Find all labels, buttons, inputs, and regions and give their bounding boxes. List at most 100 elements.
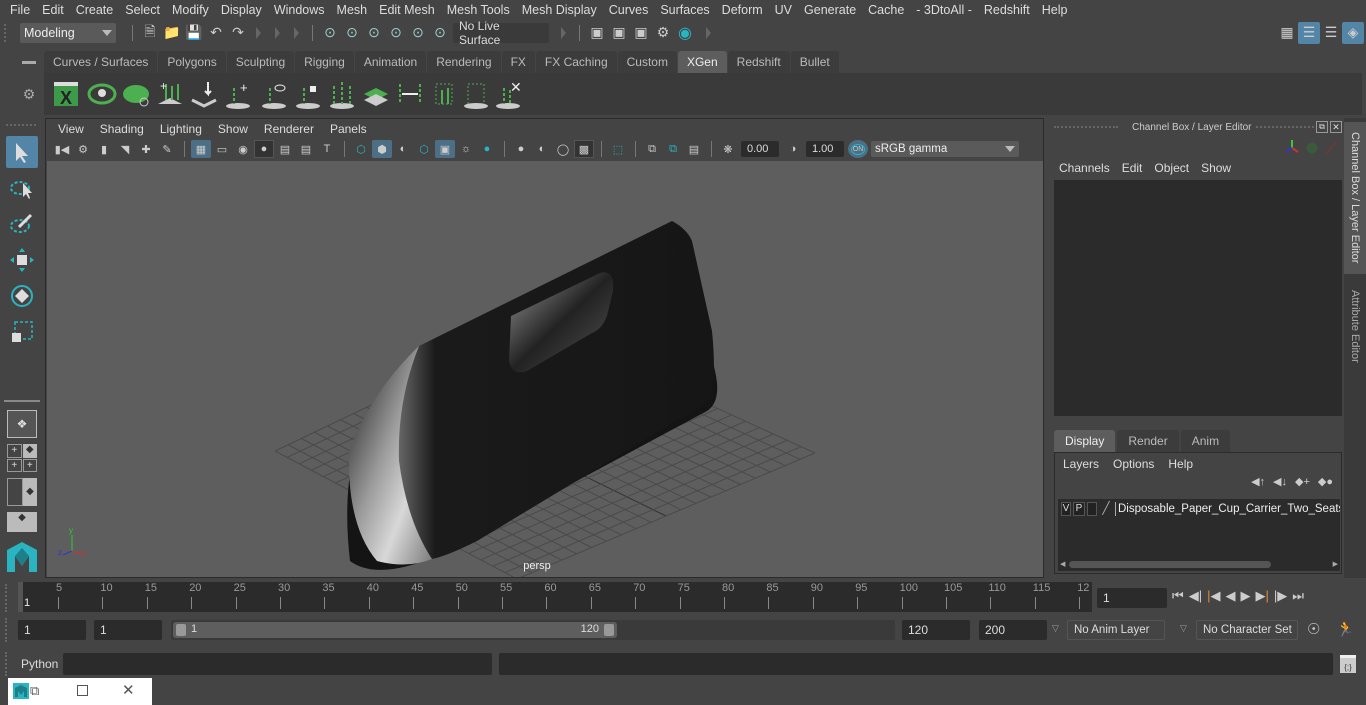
add-guides-icon[interactable]: + xyxy=(158,79,182,104)
xray-active-components-icon[interactable]: ⧉ xyxy=(663,140,683,158)
place-guides-icon[interactable] xyxy=(191,82,217,108)
xgen-preview-icon[interactable] xyxy=(87,83,117,105)
grid-toggle-icon[interactable]: ▦ xyxy=(191,140,211,158)
xgen-editor-icon[interactable]: X xyxy=(54,82,78,108)
rotate-tool[interactable] xyxy=(6,280,38,312)
safe-action-icon[interactable]: ▤ xyxy=(296,140,316,158)
new-scene-icon[interactable]: 🗎 xyxy=(139,22,161,44)
scroll-left-icon[interactable]: ◀ xyxy=(1060,560,1065,568)
toggle-guide-visibility-icon[interactable] xyxy=(262,84,286,109)
wireframe-icon[interactable]: ⬡ xyxy=(351,140,371,158)
play-backward-icon[interactable]: ◀ xyxy=(1225,588,1235,604)
scroll-right-icon[interactable]: ▶ xyxy=(1333,560,1338,568)
open-scene-icon[interactable]: 📁 xyxy=(161,22,183,44)
render-view-icon[interactable]: ▣ xyxy=(586,22,608,44)
command-language-label[interactable]: Python xyxy=(21,657,58,671)
channel-box-menu-edit[interactable]: Edit xyxy=(1119,161,1152,175)
menu-redshift[interactable]: Redshift xyxy=(978,3,1036,17)
bookmark-icon[interactable]: ▮ xyxy=(94,140,114,158)
layer-tab-render[interactable]: Render xyxy=(1117,430,1179,452)
go-to-end-icon[interactable]: ⏭ xyxy=(1292,588,1304,604)
modeling-toolkit-icon[interactable]: ▦ xyxy=(1276,22,1298,44)
shelf-tab-rendering[interactable]: Rendering xyxy=(427,51,501,73)
new-layer-selected-icon[interactable]: ◆● xyxy=(1318,475,1333,488)
range-slider-bar-fill[interactable]: 1 120 xyxy=(173,622,617,638)
smooth-shade-icon[interactable]: ⬢ xyxy=(372,140,392,158)
xray-joints-icon[interactable]: ▤ xyxy=(684,140,704,158)
camera-icon[interactable]: ▮◀ xyxy=(52,140,72,158)
script-editor-icon[interactable]: {;} xyxy=(1340,655,1356,673)
auto-key-icon[interactable]: ☉ xyxy=(1307,620,1320,638)
guide-cv-icon[interactable] xyxy=(464,83,488,109)
manip-icon[interactable] xyxy=(1325,141,1337,155)
anim-layer-dropdown[interactable]: No Anim Layer xyxy=(1067,620,1165,640)
2d-pan-zoom-icon[interactable]: ✚ xyxy=(136,140,156,158)
close-window-icon[interactable]: ✕ xyxy=(122,681,135,699)
move-layer-down-icon[interactable]: ◀↓ xyxy=(1273,475,1287,488)
isolate-select-icon[interactable]: ⬚ xyxy=(608,140,628,158)
wireframe-on-shaded-icon[interactable]: ⬡ xyxy=(414,140,434,158)
safe-title-icon[interactable]: T xyxy=(317,140,337,158)
textured-icon[interactable]: ▣ xyxy=(435,140,455,158)
shelf-menu-icon[interactable] xyxy=(22,61,36,64)
menu-edit[interactable]: Edit xyxy=(36,3,70,17)
shelf-tab-redshift[interactable]: Redshift xyxy=(727,51,790,73)
collapse-arrow[interactable] xyxy=(294,26,299,39)
shelf-tab-animation[interactable]: Animation xyxy=(354,51,427,73)
depth-of-field-icon[interactable]: ▩ xyxy=(574,140,594,158)
menu-create[interactable]: Create xyxy=(70,3,120,17)
menu-file[interactable]: File xyxy=(4,3,36,17)
xgen-clear-preview-icon[interactable] xyxy=(123,85,149,107)
axis-icon[interactable] xyxy=(1285,140,1299,153)
shelf-tab-curves-surfaces[interactable]: Curves / Surfaces xyxy=(44,51,158,73)
layer-tab-display[interactable]: Display xyxy=(1054,430,1116,452)
channel-box-toggle-icon[interactable]: ◈ xyxy=(1342,21,1364,44)
select-guides-icon[interactable] xyxy=(435,83,453,105)
command-input[interactable] xyxy=(63,653,492,675)
menu-deform[interactable]: Deform xyxy=(716,3,769,17)
3d-viewport[interactable]: persp y x z xyxy=(47,161,1043,577)
menu-select[interactable]: Select xyxy=(119,3,166,17)
film-gate-icon[interactable]: ▭ xyxy=(212,140,232,158)
menu-mesh-tools[interactable]: Mesh Tools xyxy=(441,3,516,17)
new-layer-icon[interactable]: ◆+ xyxy=(1295,475,1310,488)
animation-preferences-icon[interactable]: 🏃 xyxy=(1336,620,1355,638)
panel-menu-panels[interactable]: Panels xyxy=(322,122,375,136)
range-start-handle[interactable] xyxy=(176,624,186,636)
step-back-key-icon[interactable]: |◀ xyxy=(1207,588,1220,604)
snap-vertex-icon[interactable]: ⊙ xyxy=(429,22,451,44)
menu-modify[interactable]: Modify xyxy=(166,3,215,17)
current-frame-field[interactable]: 1 xyxy=(1097,588,1167,608)
camera-attributes-icon[interactable]: ⚙ xyxy=(73,140,93,158)
undo-icon[interactable]: ↶ xyxy=(205,22,227,44)
drag-handle[interactable] xyxy=(5,584,9,612)
exposure-field[interactable]: 0.00 xyxy=(741,141,779,157)
motion-blur-icon[interactable]: ◐ xyxy=(532,140,552,158)
channel-box-menu-object[interactable]: Object xyxy=(1151,161,1198,175)
step-forward-frame-icon[interactable]: |▶ xyxy=(1274,588,1287,604)
resolution-gate-icon[interactable]: ◉ xyxy=(233,140,253,158)
menu-help[interactable]: Help xyxy=(1036,3,1074,17)
shadows-icon[interactable]: ● xyxy=(477,140,497,158)
layer-list-scrollbar[interactable]: ◀ ▶ xyxy=(1060,559,1338,569)
add-guide-icon[interactable]: + xyxy=(226,80,250,109)
go-to-start-icon[interactable]: ⏮ xyxy=(1172,588,1184,604)
restore-window-icon[interactable]: ⧉ xyxy=(30,683,39,699)
gate-mask-icon[interactable]: ● xyxy=(254,140,274,158)
layer-name[interactable]: Disposable_Paper_Cup_Carrier_Two_Seats_I xyxy=(1118,503,1340,515)
layer-display-type-toggle[interactable] xyxy=(1087,502,1097,516)
shelf-tab-fx[interactable]: FX xyxy=(501,51,535,73)
render-frame-icon[interactable]: ▣ xyxy=(608,22,630,44)
collapse-arrow[interactable] xyxy=(561,26,566,39)
channel-box-menu-show[interactable]: Show xyxy=(1198,161,1240,175)
render-settings-icon[interactable]: ⚙ xyxy=(652,22,674,44)
range-slider[interactable]: 1 120 xyxy=(171,620,895,640)
grease-pencil-icon[interactable]: ✎ xyxy=(157,140,177,158)
maximize-window-icon[interactable] xyxy=(77,685,88,696)
four-view-layout-icon[interactable]: + ◆ + + xyxy=(7,444,37,472)
guide-mid-icon[interactable] xyxy=(330,82,354,109)
float-panel-icon[interactable]: ⧉ xyxy=(1316,121,1328,133)
screen-space-ao-icon[interactable]: ● xyxy=(511,140,531,158)
tool-settings-toggle-icon[interactable]: ☰ xyxy=(1320,22,1342,44)
persp-graph-layout-icon[interactable]: ◆ xyxy=(7,512,37,532)
